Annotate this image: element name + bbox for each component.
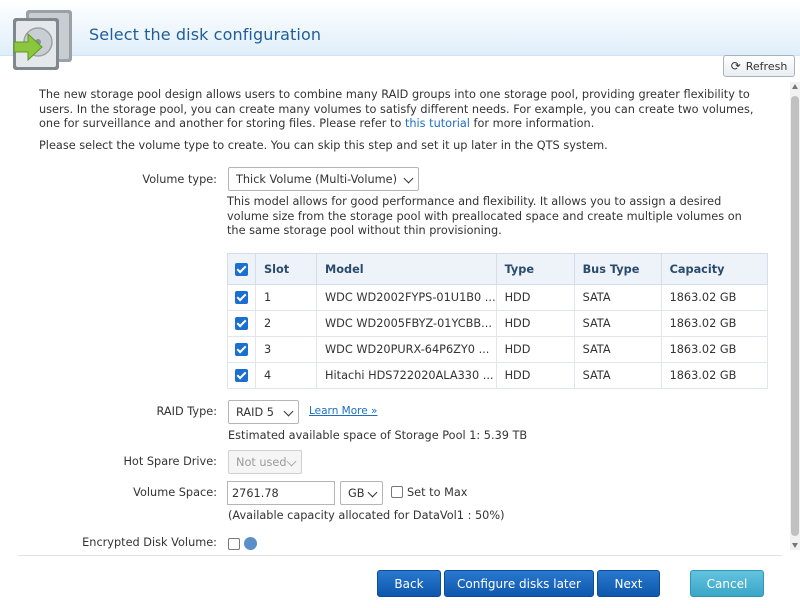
volume-unit-value: GB — [348, 486, 365, 500]
cell-capacity: 1863.02 GB — [660, 362, 769, 389]
hot-spare-label: Hot Spare Drive: — [123, 455, 217, 468]
set-to-max-label[interactable]: Set to Max — [407, 486, 467, 499]
back-button[interactable]: Back — [377, 570, 441, 597]
cancel-button[interactable]: Cancel — [690, 570, 764, 597]
row-checkbox[interactable] — [235, 369, 248, 383]
refresh-label: Refresh — [745, 59, 788, 73]
info-icon[interactable] — [244, 537, 257, 550]
select-all-checkbox[interactable] — [235, 262, 248, 276]
scroll-up-icon[interactable] — [792, 84, 798, 89]
intro-text: The new storage pool design allows users… — [39, 88, 769, 132]
allocation-note: (Available capacity allocated for DataVo… — [228, 509, 505, 522]
cell-type: HDD — [495, 336, 575, 363]
table-row[interactable]: 1 WDC WD2002FYPS-01U1B0 ... HDD SATA 186… — [227, 284, 769, 311]
table-row[interactable]: 4 Hitachi HDS722020ALA330 ... HDD SATA 1… — [227, 362, 769, 389]
cell-slot: 1 — [255, 284, 317, 311]
set-to-max-checkbox[interactable] — [391, 486, 403, 498]
refresh-button[interactable]: ⟳ Refresh — [723, 55, 795, 77]
cell-capacity: 1863.02 GB — [660, 284, 769, 311]
cell-bus: SATA — [573, 284, 662, 311]
raid-type-value: RAID 5 — [236, 405, 274, 419]
intro-text-part1: The new storage pool design allows users… — [39, 88, 754, 131]
volume-space-input[interactable]: 2761.78 — [227, 481, 335, 505]
row-checkbox[interactable] — [235, 291, 248, 305]
pool-estimate-text: Estimated available space of Storage Poo… — [228, 429, 528, 442]
row-checkbox-cell[interactable] — [227, 310, 256, 337]
volume-unit-select[interactable]: GB — [340, 481, 383, 505]
next-button[interactable]: Next — [597, 570, 660, 597]
hot-spare-select: Not used — [228, 450, 302, 474]
cell-capacity: 1863.02 GB — [660, 310, 769, 337]
col-type[interactable]: Type — [495, 253, 575, 285]
col-bus-type[interactable]: Bus Type — [573, 253, 662, 285]
volume-type-description: This model allows for good performance a… — [227, 195, 742, 238]
hot-spare-value: Not used — [236, 455, 287, 469]
encrypted-label: Encrypted Disk Volume: — [82, 536, 217, 549]
chevron-down-icon — [286, 456, 297, 467]
cell-model: WDC WD2005FBYZ-01YCBB... — [316, 310, 497, 337]
col-model[interactable]: Model — [316, 253, 497, 285]
raid-type-label: RAID Type: — [156, 405, 218, 418]
cell-slot: 3 — [255, 336, 317, 363]
learn-more-link[interactable]: Learn More » — [309, 405, 377, 417]
volume-space-label: Volume Space: — [133, 486, 217, 499]
page-title: Select the disk configuration — [89, 25, 322, 44]
row-checkbox-cell[interactable] — [227, 284, 256, 311]
content-area: The new storage pool design allows users… — [0, 82, 790, 550]
chevron-down-icon — [403, 173, 414, 184]
cell-bus: SATA — [573, 362, 662, 389]
row-checkbox-cell[interactable] — [227, 362, 256, 389]
refresh-icon: ⟳ — [730, 59, 741, 73]
col-capacity[interactable]: Capacity — [660, 253, 769, 285]
configure-later-button[interactable]: Configure disks later — [444, 570, 594, 597]
scroll-down-icon[interactable] — [792, 543, 798, 548]
cell-model: WDC WD20PURX-64P6ZY0 ... — [316, 336, 497, 363]
intro-text-part2: for more information. — [469, 117, 595, 131]
encrypted-checkbox[interactable] — [228, 538, 240, 550]
select-all-cell[interactable] — [227, 253, 256, 285]
scrollbar-thumb[interactable] — [791, 96, 799, 536]
tutorial-link[interactable]: this tutorial — [405, 117, 470, 130]
cell-slot: 2 — [255, 310, 317, 337]
cell-model: WDC WD2002FYPS-01U1B0 ... — [316, 284, 497, 311]
chevron-down-icon — [367, 487, 378, 498]
row-checkbox[interactable] — [235, 343, 248, 357]
select-prompt: Please select the volume type to create.… — [39, 139, 608, 152]
volume-type-value: Thick Volume (Multi-Volume) — [236, 172, 398, 186]
cell-type: HDD — [495, 362, 575, 389]
chevron-down-icon — [283, 406, 294, 417]
volume-type-select[interactable]: Thick Volume (Multi-Volume) — [228, 167, 419, 191]
raid-type-select[interactable]: RAID 5 — [228, 400, 299, 424]
row-checkbox[interactable] — [235, 317, 248, 331]
vertical-scrollbar[interactable] — [790, 82, 800, 550]
table-row[interactable]: 3 WDC WD20PURX-64P6ZY0 ... HDD SATA 1863… — [227, 336, 769, 363]
disk-table: Slot Model Type Bus Type Capacity 1 WDC … — [227, 253, 769, 389]
cell-type: HDD — [495, 284, 575, 311]
footer-divider — [18, 555, 782, 556]
disk-arrow-icon — [13, 10, 72, 70]
cell-bus: SATA — [573, 336, 662, 363]
cell-model: Hitachi HDS722020ALA330 ... — [316, 362, 497, 389]
cell-bus: SATA — [573, 310, 662, 337]
cell-slot: 4 — [255, 362, 317, 389]
row-checkbox-cell[interactable] — [227, 336, 256, 363]
wizard-header: Select the disk configuration — [0, 0, 800, 70]
cell-capacity: 1863.02 GB — [660, 336, 769, 363]
cell-type: HDD — [495, 310, 575, 337]
table-row[interactable]: 2 WDC WD2005FBYZ-01YCBB... HDD SATA 1863… — [227, 310, 769, 337]
table-header-row: Slot Model Type Bus Type Capacity — [227, 253, 769, 285]
volume-type-label: Volume type: — [142, 173, 217, 186]
col-slot[interactable]: Slot — [255, 253, 317, 285]
